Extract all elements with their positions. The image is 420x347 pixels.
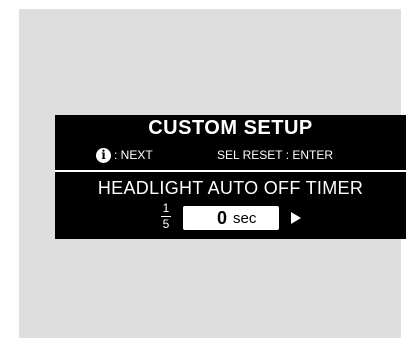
info-icon[interactable]: i: [96, 147, 111, 163]
screen-title: CUSTOM SETUP: [148, 117, 313, 139]
next-hint: i : NEXT: [96, 146, 153, 164]
hint-row: i : NEXT SEL RESET : ENTER: [55, 146, 406, 164]
custom-setup-display: CUSTOM SETUP i : NEXT SEL RESET : ENTER …: [55, 115, 406, 239]
page-total: 5: [162, 217, 170, 231]
page-current: 1: [162, 201, 170, 215]
timer-value: 0: [217, 208, 228, 228]
next-label: : NEXT: [114, 148, 153, 162]
reset-hint: SEL RESET : ENTER: [217, 148, 334, 162]
right-arrow-icon[interactable]: [291, 212, 301, 224]
divider: [55, 170, 406, 172]
timer-unit: sec: [233, 210, 257, 227]
value-row: 1 5 0 sec: [55, 202, 406, 234]
page-indicator: 1 5: [159, 202, 173, 231]
timer-value-field[interactable]: 0 sec: [183, 206, 279, 230]
setting-name: HEADLIGHT AUTO OFF TIMER: [97, 178, 364, 198]
